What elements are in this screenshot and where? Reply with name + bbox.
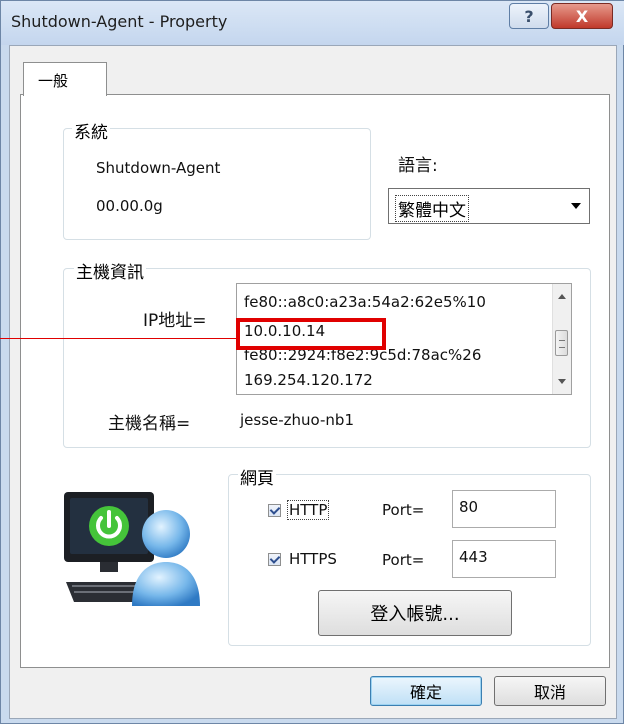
language-label: 語言:: [398, 156, 438, 176]
https-checkbox[interactable]: [268, 553, 281, 566]
ip-list-scrollbar[interactable]: [552, 284, 571, 394]
cancel-button[interactable]: 取消: [494, 676, 606, 706]
http-checkbox[interactable]: [268, 504, 281, 517]
hostname-value: jesse-zhuo-nb1: [240, 411, 354, 429]
web-group-label: 網頁: [238, 464, 276, 489]
close-icon: X: [575, 6, 589, 26]
tab-general-label: 一般: [38, 72, 69, 90]
https-port-field[interactable]: [452, 540, 556, 578]
user-icon: [126, 502, 202, 614]
http-label[interactable]: HTTP: [287, 500, 330, 520]
host-info-group-label: 主機資訊: [74, 258, 146, 283]
http-port-field[interactable]: [452, 490, 556, 528]
ok-button[interactable]: 確定: [370, 676, 482, 706]
scroll-up-icon[interactable]: [558, 294, 566, 299]
scroll-down-icon[interactable]: [558, 379, 566, 384]
scroll-thumb[interactable]: [555, 330, 568, 356]
help-button[interactable]: ?: [509, 3, 549, 29]
ip-highlight-box: [236, 318, 386, 350]
title-bar[interactable]: Shutdown-Agent - Property ? X: [1, 1, 624, 45]
app-version: 00.00.0g: [96, 197, 163, 215]
app-name: Shutdown-Agent: [96, 159, 221, 177]
https-label[interactable]: HTTPS: [289, 550, 337, 568]
system-group-label: 系統: [72, 118, 110, 143]
chevron-down-icon: [571, 203, 581, 209]
highlight-pointer-line: [0, 338, 238, 339]
login-account-button[interactable]: 登入帳號...: [318, 590, 512, 636]
ip-list-item[interactable]: fe80::a8c0:a23a:54a2:62e5%10: [244, 293, 486, 311]
ip-list-item[interactable]: 169.254.120.172: [244, 371, 373, 389]
http-port-input[interactable]: [457, 497, 551, 517]
help-icon: ?: [524, 6, 534, 26]
ip-address-label: IP地址=: [143, 311, 207, 331]
window-title: Shutdown-Agent - Property: [11, 12, 228, 31]
https-port-label: Port=: [382, 551, 425, 569]
language-selected-value: 繁體中文: [395, 195, 469, 222]
system-group: [63, 128, 371, 240]
tab-general[interactable]: 一般: [23, 62, 107, 96]
http-port-label: Port=: [382, 501, 425, 519]
hostname-label: 主機名稱=: [108, 414, 191, 434]
close-button[interactable]: X: [551, 3, 613, 29]
https-port-input[interactable]: [457, 547, 551, 567]
language-select[interactable]: 繁體中文: [388, 188, 590, 224]
